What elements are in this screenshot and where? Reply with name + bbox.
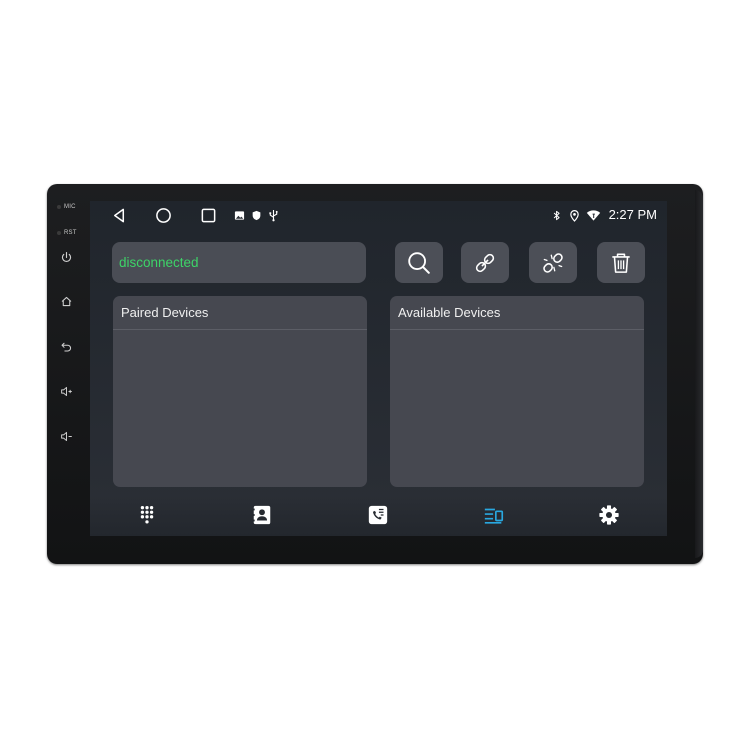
dialpad-icon[interactable] <box>135 503 159 527</box>
clock: 2:27 PM <box>608 207 657 222</box>
screen: 2:27 PM disconnected Paired Devices Avai… <box>90 201 667 536</box>
bottom-nav <box>90 496 667 536</box>
unlink-icon <box>543 252 563 273</box>
connection-status-box: disconnected <box>112 242 366 283</box>
available-devices-panel[interactable]: Available Devices <box>390 296 644 487</box>
back-icon[interactable] <box>57 337 75 355</box>
bluetooth-icon <box>551 208 563 222</box>
back-triangle-icon[interactable] <box>110 206 128 224</box>
status-bar: 2:27 PM <box>90 201 667 229</box>
disconnect-button[interactable] <box>529 242 577 283</box>
shield-icon <box>250 209 262 221</box>
trash-icon <box>612 253 630 273</box>
wifi-icon <box>585 208 601 222</box>
delete-button[interactable] <box>597 242 645 283</box>
mic-hole <box>57 205 61 209</box>
location-icon <box>568 208 580 222</box>
search-icon <box>408 251 430 274</box>
usb-icon <box>267 208 279 222</box>
search-button[interactable] <box>395 242 443 283</box>
reset-label: RST <box>64 230 77 236</box>
paired-devices-panel[interactable]: Paired Devices <box>113 296 367 487</box>
contacts-icon[interactable] <box>250 503 274 527</box>
reset-hole[interactable] <box>57 231 61 235</box>
music-devices-icon[interactable] <box>482 503 506 527</box>
panel-divider <box>390 329 644 330</box>
home-circle-icon[interactable] <box>154 206 172 224</box>
recent-apps-icon[interactable] <box>199 206 217 224</box>
paired-devices-title: Paired Devices <box>121 305 209 320</box>
volume-up-icon[interactable] <box>57 382 75 400</box>
volume-down-icon[interactable] <box>57 427 75 445</box>
mic-label: MIC <box>64 204 76 210</box>
available-devices-title: Available Devices <box>398 305 501 320</box>
settings-icon[interactable] <box>597 503 621 527</box>
image-icon <box>233 209 245 221</box>
home-icon[interactable] <box>57 292 75 310</box>
connection-status-text: disconnected <box>119 255 199 270</box>
connect-button[interactable] <box>461 242 509 283</box>
panel-divider <box>113 329 367 330</box>
link-icon <box>475 253 495 272</box>
power-icon[interactable] <box>57 248 75 266</box>
call-log-icon[interactable] <box>366 503 390 527</box>
